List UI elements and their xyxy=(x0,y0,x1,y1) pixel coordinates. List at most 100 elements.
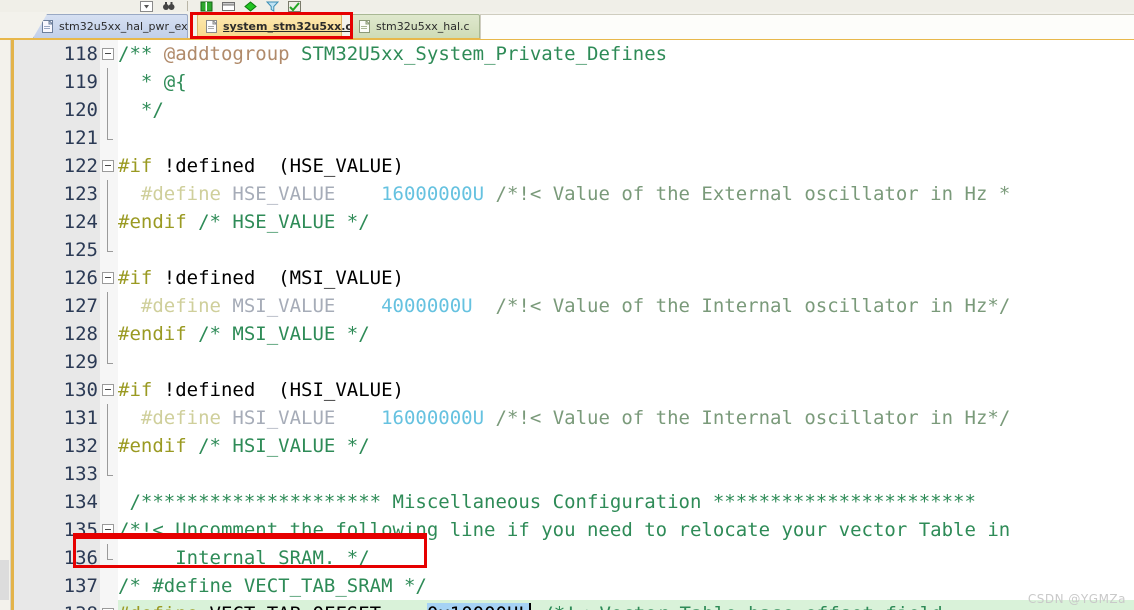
code-text[interactable]: #if !defined (HSI_VALUE) xyxy=(118,376,404,404)
filter-icon[interactable] xyxy=(266,1,279,12)
window-icon[interactable] xyxy=(222,1,235,12)
toolbar-separator xyxy=(187,1,188,11)
code-token: #endif xyxy=(118,435,187,457)
dropdown-icon[interactable] xyxy=(140,0,153,12)
fold-end-marker xyxy=(107,544,113,560)
code-token: MSI_VALUE xyxy=(220,295,336,317)
green-diamond-icon[interactable] xyxy=(244,0,257,12)
line-number: 119 xyxy=(63,71,98,93)
code-text[interactable]: #endif /* MSI_VALUE */ xyxy=(118,320,370,348)
code-line[interactable]: 136 Internal SRAM. */ xyxy=(0,544,1134,572)
code-text[interactable]: * @{ xyxy=(118,68,187,96)
line-number: 131 xyxy=(63,407,98,429)
code-text[interactable]: #if !defined (HSE_VALUE) xyxy=(118,152,404,180)
fold-guide-line xyxy=(107,320,108,348)
code-line[interactable]: 122 #if !defined (HSE_VALUE) xyxy=(0,152,1134,180)
code-text[interactable]: /* #define VECT_TAB_SRAM */ xyxy=(118,572,427,600)
fold-guide-line xyxy=(107,432,108,460)
code-text[interactable]: #define HSI_VALUE 16000000U /*!< Value o… xyxy=(118,404,1010,432)
fold-guide-line xyxy=(107,180,108,208)
code-line[interactable]: 130 #if !defined (HSI_VALUE) xyxy=(0,376,1134,404)
code-token: #define xyxy=(118,183,221,205)
code-token: /* HSE_VALUE */ xyxy=(198,211,370,233)
code-line[interactable]: 126 #if !defined (MSI_VALUE) xyxy=(0,264,1134,292)
code-text[interactable]: #endif /* HSE_VALUE */ xyxy=(118,208,370,236)
fold-end-marker xyxy=(107,236,113,252)
code-text[interactable]: #endif /* HSI_VALUE */ xyxy=(118,432,370,460)
code-line[interactable]: 134 /********************* Miscellaneous… xyxy=(0,488,1134,516)
code-line[interactable]: 131 #define HSI_VALUE 16000000U /*!< Val… xyxy=(0,404,1134,432)
code-token: /*!< Vector Table base offset field. xyxy=(531,603,954,610)
line-number: 137 xyxy=(63,575,98,597)
code-line[interactable]: 125 xyxy=(0,236,1134,264)
code-token: HSI_VALUE xyxy=(220,407,336,429)
line-number: 130 xyxy=(63,379,98,401)
code-token: #endif xyxy=(118,323,187,345)
code-line[interactable]: 135 /*!< Uncomment the following line if … xyxy=(0,516,1134,544)
fold-guide-line xyxy=(107,208,108,236)
tab-system-stm32u5xx-c[interactable]: system_stm32u5xx.c xyxy=(197,14,352,38)
code-line[interactable]: 137 /* #define VECT_TAB_SRAM */ xyxy=(0,572,1134,600)
code-line[interactable]: 123 #define HSE_VALUE 16000000U /*!< Val… xyxy=(0,180,1134,208)
code-line[interactable]: 132 #endif /* HSI_VALUE */ xyxy=(0,432,1134,460)
code-line[interactable]: 124 #endif /* HSE_VALUE */ xyxy=(0,208,1134,236)
tab-stm32u5xx-hal-pwr-ex-c[interactable]: stm32u5xx_hal_pwr_ex.c xyxy=(33,14,188,38)
code-token: VECT_TAB_OFFSET xyxy=(198,603,382,610)
code-line[interactable]: 138 #define VECT_TAB_OFFSET 0x10000UL /*!… xyxy=(0,600,1134,610)
code-line[interactable]: 129 xyxy=(0,348,1134,376)
fold-end-marker xyxy=(107,124,113,140)
fold-guide-line xyxy=(107,68,108,96)
build-icon[interactable] xyxy=(288,0,301,12)
code-lines: 118 /** @addtogroup STM32U5xx_System_Priv… xyxy=(0,40,1134,610)
code-token: #if xyxy=(118,267,153,289)
code-token: #endif xyxy=(118,211,187,233)
tab-stm32u5xx-hal-c[interactable]: stm32u5xx_hal.c xyxy=(350,14,480,38)
fold-collapse-icon[interactable] xyxy=(102,160,114,172)
fold-collapse-icon[interactable] xyxy=(102,272,114,284)
line-number: 138 xyxy=(14,600,98,610)
code-text[interactable]: Internal SRAM. */ xyxy=(118,544,369,572)
code-text[interactable]: */ xyxy=(118,96,164,124)
line-number: 132 xyxy=(63,435,98,457)
code-token: #define xyxy=(118,295,221,317)
editor-tab-bar: stm32u5xx_hal_pwr_ex.c system_stm32u5xx.… xyxy=(0,12,1134,40)
fold-collapse-icon[interactable] xyxy=(102,384,114,396)
code-token: /** xyxy=(118,43,164,65)
line-number: 123 xyxy=(63,183,98,205)
code-line[interactable]: 133 xyxy=(0,460,1134,488)
line-number: 129 xyxy=(63,351,98,373)
code-text[interactable]: #if !defined (MSI_VALUE) xyxy=(118,264,404,292)
toolbar-left-spacer xyxy=(0,0,138,12)
code-token: !defined (HSE_VALUE) xyxy=(152,155,404,177)
code-token: /*!< Value of the Internal oscillator in… xyxy=(472,295,1011,317)
code-text[interactable]: /*!< Uncomment the following line if you… xyxy=(118,516,1010,544)
watermark: CSDN @YGMZa xyxy=(1027,592,1126,606)
code-line[interactable]: 120 */ xyxy=(0,96,1134,124)
code-token: 4000000U xyxy=(335,295,473,317)
line-number: 126 xyxy=(63,267,98,289)
line-number: 118 xyxy=(63,43,98,65)
code-line[interactable]: 118 /** @addtogroup STM32U5xx_System_Priv… xyxy=(0,40,1134,68)
code-text[interactable]: #define VECT_TAB_OFFSET 0x10000UL /*!< V… xyxy=(118,600,954,610)
fold-collapse-icon[interactable] xyxy=(102,48,114,60)
code-line[interactable]: 127 #define MSI_VALUE 4000000U /*!< Valu… xyxy=(0,292,1134,320)
code-token: /* #define VECT_TAB_SRAM */ xyxy=(118,575,427,597)
code-editor[interactable]: 118 /** @addtogroup STM32U5xx_System_Priv… xyxy=(0,40,1134,610)
code-token: /*!< Value of the Internal oscillator in… xyxy=(484,407,1011,429)
binoculars-icon[interactable] xyxy=(162,1,175,12)
fold-guide-line xyxy=(107,404,108,432)
green-book-icon[interactable] xyxy=(200,1,213,12)
code-text[interactable]: #define HSE_VALUE 16000000U /*!< Value o… xyxy=(118,180,1010,208)
code-line[interactable]: 119 * @{ xyxy=(0,68,1134,96)
fold-guide-line xyxy=(107,96,108,124)
code-line[interactable]: 121 xyxy=(0,124,1134,152)
code-text[interactable]: #define MSI_VALUE 4000000U /*!< Value of… xyxy=(118,292,1010,320)
code-token: * @{ xyxy=(118,71,187,93)
line-number: 136 xyxy=(63,547,98,569)
code-line[interactable]: 128 #endif /* MSI_VALUE */ xyxy=(0,320,1134,348)
tab-label: stm32u5xx_hal.c xyxy=(376,20,470,33)
code-text[interactable]: /** @addtogroup STM32U5xx_System_Private… xyxy=(118,40,667,68)
code-text[interactable]: /********************* Miscellaneous Con… xyxy=(118,488,976,516)
